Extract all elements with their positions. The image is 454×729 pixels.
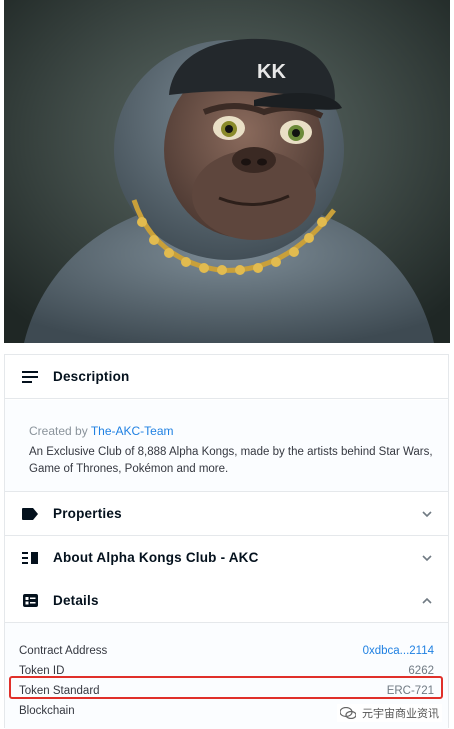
details-header[interactable]: Details <box>5 579 448 623</box>
item-info-panel: Description Created by The-AKC-Team An E… <box>4 354 449 729</box>
created-by-line: Created by The-AKC-Team <box>29 424 434 438</box>
properties-title: Properties <box>53 506 122 521</box>
details-title: Details <box>53 593 99 608</box>
creator-link[interactable]: The-AKC-Team <box>91 424 174 438</box>
alpha-kong-illustration: KK <box>4 0 450 343</box>
detail-label: Blockchain <box>19 705 75 717</box>
description-title: Description <box>53 369 130 384</box>
description-icon <box>19 366 41 388</box>
description-body: Created by The-AKC-Team An Exclusive Clu… <box>5 400 448 492</box>
chevron-up-icon <box>422 597 432 604</box>
properties-header[interactable]: Properties <box>5 492 448 536</box>
chevron-down-icon <box>422 511 432 518</box>
cap-logo: KK <box>257 61 286 83</box>
watermark: 元宇宙商业资讯 <box>337 704 442 722</box>
description-header[interactable]: Description <box>5 355 448 399</box>
description-text: An Exclusive Club of 8,888 Alpha Kongs, … <box>29 446 433 475</box>
created-by-prefix: Created by <box>29 424 91 438</box>
token-standard-highlight-box <box>9 676 443 699</box>
contract-address-link[interactable]: 0xdbca...2114 <box>363 641 434 661</box>
about-icon <box>19 547 41 569</box>
about-header[interactable]: About Alpha Kongs Club - AKC <box>5 536 448 580</box>
detail-row-contract-address: Contract Address 0xdbca...2114 <box>19 641 434 661</box>
watermark-text: 元宇宙商业资讯 <box>362 708 439 720</box>
details-icon <box>19 590 41 612</box>
detail-label: Contract Address <box>19 645 108 657</box>
nft-image[interactable]: KK <box>4 0 450 343</box>
wechat-icon <box>340 707 356 719</box>
tag-icon <box>19 503 41 525</box>
chevron-down-icon <box>422 555 432 562</box>
about-title: About Alpha Kongs Club - AKC <box>53 550 259 565</box>
